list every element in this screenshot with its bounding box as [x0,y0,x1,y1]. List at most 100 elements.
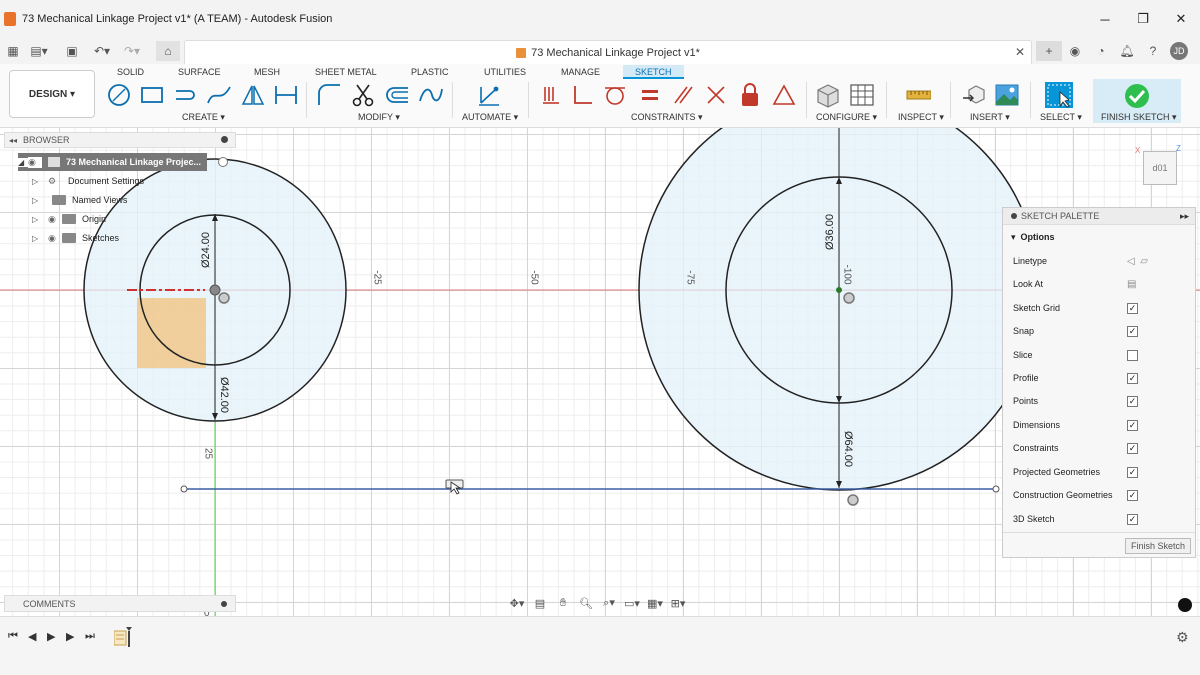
expand-panel-icon[interactable]: ▸▸ [1180,211,1189,222]
pin-icon[interactable] [221,601,227,607]
palette-row-look-at[interactable]: Look At ▤ [1013,274,1189,294]
browser-header[interactable]: ◂◂ BROWSER [4,132,236,148]
status-indicator-icon[interactable] [1178,598,1192,612]
constraints-group-label[interactable]: CONSTRAINTS ▾ [631,112,703,123]
view-cube[interactable]: d01 [1143,151,1177,185]
midpoint-constraint-icon[interactable] [703,82,729,108]
dimension-64[interactable]: Ø64.00 [842,427,854,471]
file-menu-icon[interactable]: ▤▾ [28,41,50,61]
save-icon[interactable]: ▣ [62,41,82,61]
palette-row-constraints[interactable]: Constraints ✓ [1013,438,1189,458]
look-at-icon[interactable]: ▤ [1127,279,1136,290]
maximize-icon[interactable]: ❐ [1124,0,1162,38]
fix-constraint-icon[interactable] [538,82,564,108]
pan-icon[interactable]: ✋︎ [553,594,573,612]
visibility-eye-icon[interactable]: ◉ [48,214,62,225]
perpendicular-constraint-icon[interactable] [569,82,595,108]
close-icon[interactable]: ✕ [1162,0,1200,38]
orbit-icon[interactable]: ✥▾ [507,594,527,612]
browser-item-sketches[interactable]: ▷ ◉ Sketches [32,229,119,247]
new-tab-icon[interactable]: + [1036,41,1062,61]
insert-derive-icon[interactable] [961,82,987,108]
zoom-window-icon[interactable]: ⌕▾ [599,594,619,612]
insert-canvas-icon[interactable] [994,82,1020,108]
redo-icon[interactable]: ↷▾ [120,41,144,61]
browser-item-document-settings[interactable]: ▷ ⚙ Document Settings [32,172,144,190]
circle-tool-icon[interactable] [106,82,132,108]
home-icon[interactable]: ⌂ [156,41,180,61]
sketch-palette-header[interactable]: SKETCH PALETTE ▸▸ [1003,208,1195,225]
finish-sketch-label[interactable]: FINISH SKETCH ▾ [1101,112,1177,123]
step-forward-icon[interactable]: ▶ [66,630,74,643]
dimensions-checkbox[interactable]: ✓ [1127,419,1138,431]
help-icon[interactable]: ? [1140,41,1166,61]
palette-row-snap[interactable]: Snap ✓ [1013,321,1189,341]
tab-utilities[interactable]: UTILITIES [484,65,526,79]
tab-sheet-metal[interactable]: SHEET METAL [315,65,377,79]
close-tab-icon[interactable]: ✕ [1015,45,1025,59]
minimize-icon[interactable]: ─ [1086,0,1124,38]
document-tab[interactable]: 73 Mechanical Linkage Project v1* ✕ [184,40,1032,64]
insert-group-label[interactable]: INSERT ▾ [970,112,1010,123]
parallel-constraint-icon[interactable] [670,82,696,108]
projected-geometries-checkbox[interactable]: ✓ [1127,466,1138,478]
fillet-tool-icon[interactable] [316,82,342,108]
timeline-sketch-feature[interactable] [114,625,132,647]
go-to-end-icon[interactable]: ⏭ [85,630,95,643]
expand-icon[interactable]: ▷ [32,177,42,186]
linetype-icon[interactable]: ◁ ▱ [1127,256,1148,267]
configure-table-icon[interactable] [849,82,875,108]
automate-dimension-icon[interactable] [476,82,502,108]
configure-cube-icon[interactable] [815,82,841,108]
comments-panel[interactable]: COMMENTS [4,595,236,612]
palette-row-linetype[interactable]: Linetype ◁ ▱ [1013,251,1189,271]
select-tool-icon[interactable] [1043,80,1075,110]
app-grid-icon[interactable]: ▦ [4,41,22,61]
expand-icon[interactable]: ▷ [32,234,42,243]
tab-sketch[interactable]: SKETCH [623,65,684,79]
palette-row-sketch-grid[interactable]: Sketch Grid ✓ [1013,298,1189,318]
create-group-label[interactable]: CREATE ▾ [182,112,225,123]
palette-row-points[interactable]: Points ✓ [1013,391,1189,411]
trim-tool-icon[interactable] [350,82,376,108]
palette-row-3d-sketch[interactable]: 3D Sketch ✓ [1013,509,1189,529]
browser-item-origin[interactable]: ▷ ◉ Origin [32,210,106,228]
equal-constraint-icon[interactable] [637,82,663,108]
look-at-nav-icon[interactable]: ▤ [530,594,550,612]
left-center-point[interactable] [209,284,221,296]
snap-checkbox[interactable]: ✓ [1127,325,1138,337]
palette-row-dimensions[interactable]: Dimensions ✓ [1013,415,1189,435]
expand-icon[interactable]: ▷ [32,196,42,205]
go-to-start-icon[interactable]: ⏮ [8,630,18,643]
dimension-42[interactable]: Ø42.00 [218,373,230,417]
offset-tool-icon[interactable] [384,82,410,108]
visibility-eye-icon[interactable]: ◉ [28,156,42,168]
expand-root-icon[interactable]: ◢ [18,157,28,167]
notifications-icon[interactable]: 🔔︎ [1114,41,1140,61]
sketch-grid-checkbox[interactable]: ✓ [1127,302,1138,314]
browser-root-item[interactable]: ◢ ◉ 73 Mechanical Linkage Projec... [18,153,208,171]
job-status-icon[interactable]: ◔ [1088,41,1114,61]
palette-row-projected-geometries[interactable]: Projected Geometries ✓ [1013,462,1189,482]
timeline-settings-gear-icon[interactable]: ⚙ [1176,629,1189,646]
pin-icon[interactable] [1011,213,1017,219]
line-end-point[interactable] [992,485,1000,493]
expand-icon[interactable]: ▷ [32,215,42,224]
symmetry-constraint-icon[interactable] [771,82,797,108]
viewports-icon[interactable]: ⊞▾ [668,594,688,612]
display-settings-icon[interactable]: ▭▾ [622,594,642,612]
step-back-icon[interactable]: ◀ [28,630,36,643]
measure-icon[interactable] [905,82,931,108]
construction-geometries-checkbox[interactable]: ✓ [1127,489,1138,501]
slice-checkbox[interactable] [1127,349,1138,361]
tab-mesh[interactable]: MESH [254,65,280,79]
browser-item-named-views[interactable]: ▷ Named Views [32,191,127,209]
grid-settings-icon[interactable]: ▦▾ [645,594,665,612]
user-avatar[interactable]: JD [1170,42,1188,60]
options-section-header[interactable]: ▾ Options [1011,232,1055,243]
tangent-constraint-icon[interactable] [602,82,628,108]
activate-radio-icon[interactable] [218,157,228,167]
curve-tool-icon[interactable] [418,82,444,108]
collapse-icon[interactable]: ◂◂ [9,136,17,145]
rectangle-tool-icon[interactable] [139,82,165,108]
